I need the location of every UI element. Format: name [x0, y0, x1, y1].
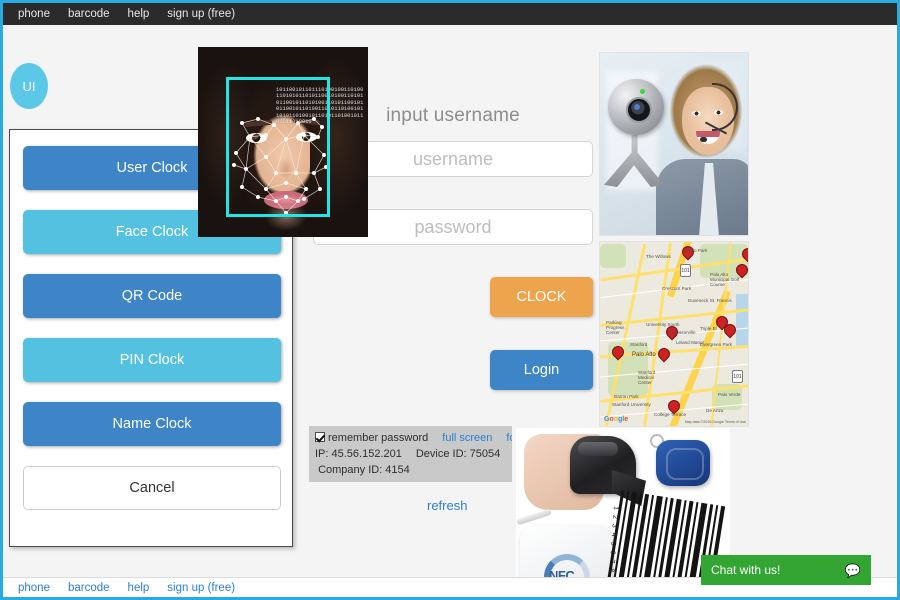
- login-button[interactable]: Login: [490, 350, 593, 390]
- form-actions: CLOCK Login: [313, 277, 593, 390]
- map-label: De Anza: [706, 408, 724, 413]
- location-map-image: 101 101 The Willows Menlo Park Crescent …: [599, 241, 749, 427]
- ui-logo-badge: UI: [10, 63, 48, 109]
- map-attribution: Map data ©2015 Google Terms of Use: [684, 420, 746, 424]
- rfid-keyfob: [656, 440, 710, 486]
- map-label: Menlo Park: [684, 248, 708, 253]
- map-label: College Terrace: [654, 412, 687, 417]
- topnav-item-barcode[interactable]: barcode: [59, 3, 119, 25]
- map-label: Triple El: [700, 326, 717, 331]
- info-row-company: Company ID: 4154: [315, 462, 506, 478]
- pin-clock-button[interactable]: PIN Clock: [23, 338, 281, 382]
- remember-password-label: remember password: [328, 432, 429, 444]
- device-info-panel: remember password full screen forgo IP: 45…: [309, 426, 512, 482]
- map-pin[interactable]: [742, 248, 748, 262]
- main-stage: UI User Clock Face Clock QR Code PIN Clo…: [3, 25, 897, 597]
- info-row-network: IP: 45.56.152.201Device ID: 75054WIFI:: [315, 446, 506, 462]
- map-green-area: [600, 244, 626, 268]
- map-label: Palo Alto Municipal Golf Course: [710, 272, 740, 287]
- webcam-led-indicator: [640, 89, 645, 94]
- barcode-scanner-image: NFC 1234567890128: [516, 428, 730, 597]
- chat-widget-label: Chat with us!: [711, 563, 781, 577]
- map-pin[interactable]: [612, 346, 622, 360]
- remember-password-checkbox[interactable]: [315, 432, 325, 442]
- name-clock-button[interactable]: Name Clock: [23, 402, 281, 446]
- map-label: Professorville: [668, 330, 696, 335]
- topnav-item-phone[interactable]: phone: [9, 3, 59, 25]
- google-logo: Google: [604, 416, 629, 423]
- map-label: Palo Verde: [718, 392, 741, 397]
- scanner-highlight: [578, 442, 618, 456]
- face-recognition-image: 1011001011011101001001101001101010110101…: [198, 47, 368, 237]
- highway-shield-101-b: 101: [732, 370, 743, 383]
- ip-address-text: IP: 45.56.152.201: [315, 448, 402, 460]
- clock-button[interactable]: CLOCK: [490, 277, 593, 317]
- map-label: Duveneck St. Francis: [688, 298, 732, 303]
- bottomnav-item-barcode[interactable]: barcode: [59, 578, 119, 598]
- info-row-options: remember password full screen forgo: [315, 430, 512, 446]
- top-navbar: phone barcode help sign up (free): [3, 3, 897, 25]
- map-label: The Willows: [646, 254, 671, 259]
- headset-mic-tip: [700, 137, 707, 142]
- highway-shield-101-a: 101: [680, 264, 691, 277]
- topnav-item-help[interactable]: help: [119, 3, 159, 25]
- qr-code-button[interactable]: QR Code: [23, 274, 281, 318]
- bottomnav-item-help[interactable]: help: [119, 578, 159, 598]
- map-label: University South: [646, 322, 680, 327]
- agent-eye-left: [692, 111, 701, 116]
- map-pin[interactable]: [658, 348, 668, 362]
- chat-bubble-icon: 💬: [844, 562, 861, 578]
- bottomnav-item-phone[interactable]: phone: [9, 578, 59, 598]
- map-label: Stanford: [630, 342, 648, 347]
- map-pin[interactable]: [724, 324, 734, 338]
- face-detection-box: [226, 77, 330, 217]
- forgot-password-link[interactable]: forgo: [506, 432, 512, 444]
- map-label: Crescent Park: [662, 286, 692, 291]
- refresh-link[interactable]: refresh: [427, 498, 467, 513]
- device-id-text: Device ID: 75054: [415, 448, 501, 460]
- ui-logo-text: UI: [22, 78, 36, 94]
- map-water: [736, 294, 748, 346]
- map-label: Stanford University: [612, 402, 651, 407]
- full-screen-link[interactable]: full screen: [442, 432, 492, 444]
- map-label: Evergreen Park: [700, 342, 732, 347]
- map-label-city: Palo Alto: [632, 352, 656, 358]
- chat-with-us-widget[interactable]: Chat with us! 💬: [701, 555, 871, 585]
- map-label: Barron Park: [614, 394, 639, 399]
- cancel-button[interactable]: Cancel: [23, 466, 281, 510]
- app-window: phone barcode help sign up (free) UI Use…: [0, 0, 900, 600]
- bottomnav-item-signup[interactable]: sign up (free): [158, 578, 244, 598]
- map-label: Parking Progress Center: [606, 320, 625, 335]
- webcam-agent-image: [599, 52, 749, 236]
- webcam-lens: [626, 97, 652, 123]
- company-id-text: Company ID: 4154: [318, 464, 410, 476]
- topnav-item-signup[interactable]: sign up (free): [158, 3, 244, 25]
- map-label: Stanford Medical Center: [638, 370, 656, 385]
